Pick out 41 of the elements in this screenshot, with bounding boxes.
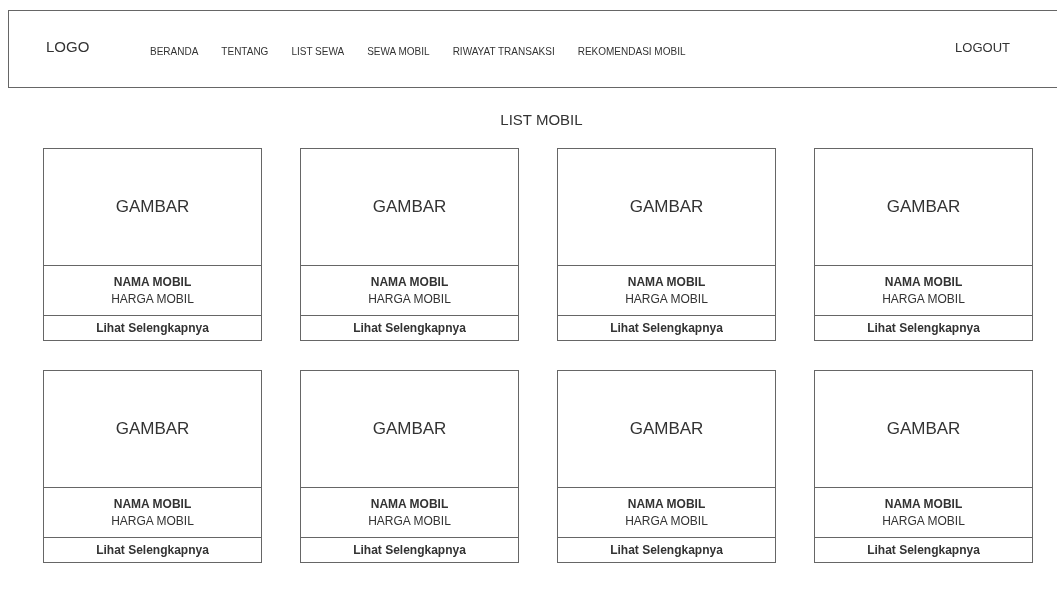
- car-price: HARGA MOBIL: [882, 512, 965, 530]
- logout-link[interactable]: LOGOUT: [955, 39, 1010, 55]
- car-price: HARGA MOBIL: [882, 290, 965, 308]
- detail-link[interactable]: Lihat Selengkapnya: [815, 538, 1032, 562]
- nav-link[interactable]: TENTANG: [221, 45, 269, 57]
- car-price: HARGA MOBIL: [111, 512, 194, 530]
- detail-link[interactable]: Lihat Selengkapnya: [815, 316, 1032, 340]
- image-label: GAMBAR: [629, 419, 704, 439]
- car-name: NAMA MOBIL: [627, 495, 706, 513]
- page-title: LIST MOBIL: [499, 111, 584, 128]
- image-label: GAMBAR: [372, 419, 447, 439]
- car-name: NAMA MOBIL: [884, 495, 963, 513]
- image-label: GAMBAR: [372, 197, 447, 217]
- detail-link[interactable]: Lihat Selengkapnya: [558, 538, 775, 562]
- detail-link[interactable]: Lihat Selengkapnya: [44, 316, 261, 340]
- car-name: NAMA MOBIL: [370, 273, 449, 291]
- image-label: GAMBAR: [629, 197, 704, 217]
- detail-link[interactable]: Lihat Selengkapnya: [558, 316, 775, 340]
- image-label: GAMBAR: [115, 197, 190, 217]
- nav-link[interactable]: RIWAYAT TRANSAKSI: [452, 45, 555, 57]
- image-label: GAMBAR: [115, 419, 190, 439]
- car-name: NAMA MOBIL: [113, 273, 192, 291]
- car-name: NAMA MOBIL: [370, 495, 449, 513]
- image-label: GAMBAR: [886, 197, 961, 217]
- car-price: HARGA MOBIL: [111, 290, 194, 308]
- car-name: NAMA MOBIL: [627, 273, 706, 291]
- image-label: GAMBAR: [886, 419, 961, 439]
- nav-link[interactable]: REKOMENDASI MOBIL: [577, 45, 686, 57]
- detail-link[interactable]: Lihat Selengkapnya: [301, 538, 518, 562]
- logo: LOGO: [46, 37, 91, 55]
- car-price: HARGA MOBIL: [368, 512, 451, 530]
- car-name: NAMA MOBIL: [113, 495, 192, 513]
- nav-link[interactable]: SEWA MOBIL: [367, 45, 430, 57]
- car-name: NAMA MOBIL: [884, 273, 963, 291]
- car-price: HARGA MOBIL: [625, 290, 708, 308]
- detail-link[interactable]: Lihat Selengkapnya: [301, 316, 518, 340]
- car-price: HARGA MOBIL: [625, 512, 708, 530]
- detail-link[interactable]: Lihat Selengkapnya: [44, 538, 261, 562]
- car-price: HARGA MOBIL: [368, 290, 451, 308]
- nav-link[interactable]: LIST SEWA: [291, 45, 345, 57]
- nav-link[interactable]: BERANDA: [150, 45, 199, 57]
